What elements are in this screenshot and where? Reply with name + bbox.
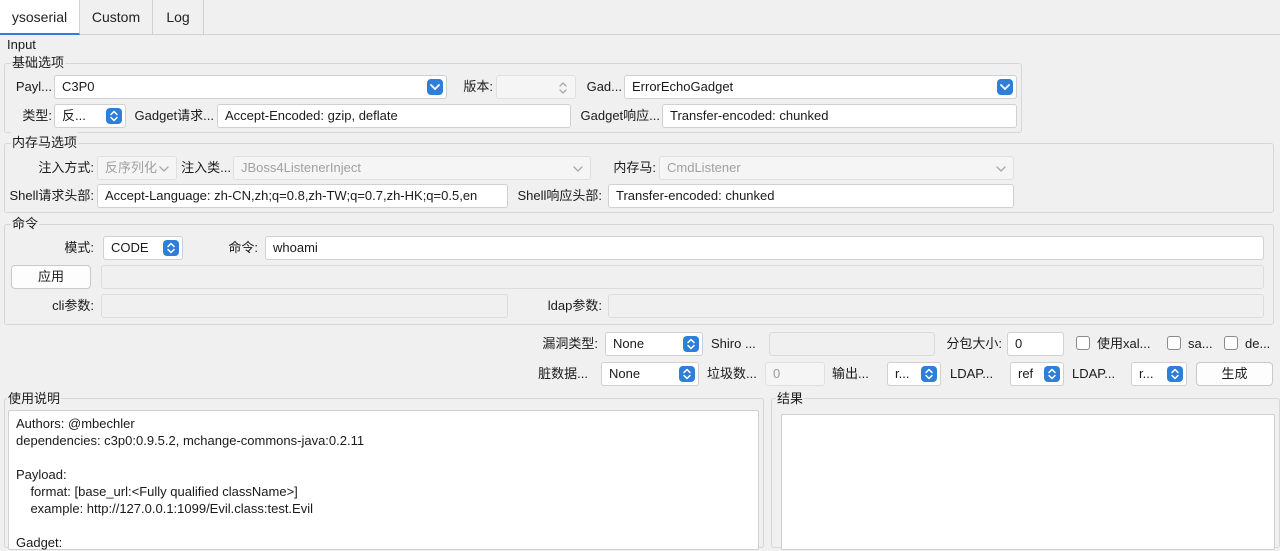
gadget-request-input[interactable]: Accept-Encoded: gzip, deflate [217, 104, 571, 128]
tab-log[interactable]: Log [153, 0, 204, 35]
command-input[interactable]: whoami [265, 236, 1264, 260]
version-label: 版本: [463, 79, 493, 94]
chunk-size-label: 分包大小: [946, 336, 1002, 351]
payload-select[interactable]: C3P0 [54, 75, 447, 99]
ldap-option-select[interactable]: r... [1131, 362, 1187, 386]
dirty-data-label: 脏数据... [538, 366, 588, 381]
up-down-chevron-icon [1167, 366, 1183, 382]
chevron-down-icon [995, 161, 1007, 179]
use-xalan-checkbox[interactable] [1076, 336, 1090, 350]
command-title: 命令 [11, 213, 40, 235]
up-down-chevron-icon [106, 108, 122, 124]
dirty-data-value: None [609, 366, 641, 381]
shell-request-input[interactable]: Accept-Language: zh-CN,zh;q=0.8,zh-TW;q=… [97, 184, 508, 208]
gadget-label: Gad... [586, 79, 622, 94]
ldap-option-value: r... [1139, 366, 1154, 381]
up-down-chevron-icon [679, 366, 695, 382]
usage-text: Authors: @mbechler dependencies: c3p0:0.… [8, 410, 759, 550]
result-title: 结果 [776, 388, 805, 410]
up-down-chevron-icon [921, 366, 937, 382]
gadget-response-label: Gadget响应... [580, 108, 660, 123]
ldap-type-select[interactable]: ref [1010, 362, 1064, 386]
version-select[interactable] [496, 75, 576, 99]
inject-mode-label: 注入方式: [38, 160, 94, 175]
vuln-type-value: None [613, 336, 645, 351]
sa-checkbox[interactable] [1167, 336, 1181, 350]
shell-response-label: Shell响应头部: [517, 188, 602, 203]
shiro-label: Shiro ... [711, 336, 756, 351]
tab-ysoserial[interactable]: ysoserial [0, 0, 80, 35]
inject-mode-value: 反序列化 [105, 160, 158, 175]
junk-data-input[interactable]: 0 [765, 362, 825, 386]
up-down-chevron-icon [683, 336, 699, 352]
inject-class-select[interactable]: JBoss4ListenerInject [233, 156, 591, 180]
inject-class-value: JBoss4ListenerInject [241, 160, 361, 175]
result-text[interactable] [781, 414, 1275, 550]
chevron-down-icon [158, 161, 170, 179]
chevron-down-icon [997, 79, 1013, 95]
shell-response-input[interactable]: Transfer-encoded: chunked [608, 184, 1014, 208]
usage-title: 使用说明 [7, 388, 62, 410]
up-down-chevron-icon [557, 80, 569, 98]
apply-output-field [101, 265, 1264, 289]
command-label: 命令: [228, 240, 258, 255]
gadget-request-label: Gadget请求... [134, 108, 214, 123]
memshell-value: CmdListener [667, 160, 741, 175]
inject-class-label: 注入类... [181, 160, 231, 175]
memshell-label: 内存马: [613, 160, 656, 175]
shiro-input[interactable] [769, 332, 935, 356]
ldap-option-label: LDAP... [1072, 366, 1116, 381]
shell-request-label: Shell请求头部: [9, 188, 94, 203]
de-checkbox[interactable] [1224, 336, 1238, 350]
gadget-response-input[interactable]: Transfer-encoded: chunked [662, 104, 1017, 128]
dirty-data-select[interactable]: None [601, 362, 699, 386]
memshell-options-title: 内存马选项 [11, 132, 79, 154]
payload-value: C3P0 [62, 79, 95, 94]
output-label: 输出... [832, 366, 869, 381]
output-select[interactable]: r... [887, 362, 941, 386]
apply-button[interactable]: 应用 [11, 265, 91, 289]
ldap-args-input[interactable] [608, 294, 1264, 318]
payload-label: Payl... [15, 79, 52, 94]
cli-args-label: cli参数: [52, 298, 94, 313]
vuln-type-label: 漏洞类型: [542, 336, 598, 351]
up-down-chevron-icon [1044, 366, 1060, 382]
chevron-down-icon [427, 79, 443, 95]
output-value: r... [895, 366, 910, 381]
ldap-type-label: LDAP... [950, 366, 994, 381]
type-value: 反... [62, 108, 86, 123]
cli-args-input[interactable] [101, 294, 508, 318]
chunk-size-input[interactable]: 0 [1007, 332, 1064, 356]
gadget-value: ErrorEchoGadget [632, 79, 734, 94]
mode-select[interactable]: CODE [103, 236, 183, 260]
vuln-type-select[interactable]: None [605, 332, 703, 356]
mode-value: CODE [111, 240, 149, 255]
inject-mode-select[interactable]: 反序列化 [97, 156, 177, 180]
mode-label: 模式: [64, 240, 94, 255]
type-label: 类型: [22, 108, 52, 123]
de-label: de... [1245, 336, 1271, 351]
tab-custom[interactable]: Custom [80, 0, 153, 35]
memshell-select[interactable]: CmdListener [659, 156, 1014, 180]
sa-label: sa... [1188, 336, 1213, 351]
junk-data-label: 垃圾数... [707, 366, 757, 381]
basic-options-title: 基础选项 [11, 52, 66, 74]
ldap-type-value: ref [1018, 366, 1034, 381]
chevron-down-icon [572, 161, 584, 179]
gadget-select[interactable]: ErrorEchoGadget [624, 75, 1017, 99]
type-select[interactable]: 反... [54, 104, 126, 128]
generate-button[interactable]: 生成 [1196, 362, 1273, 386]
ldap-args-label: ldap参数: [547, 298, 602, 313]
up-down-chevron-icon [163, 240, 179, 256]
use-xalan-label: 使用xal... [1097, 336, 1151, 351]
